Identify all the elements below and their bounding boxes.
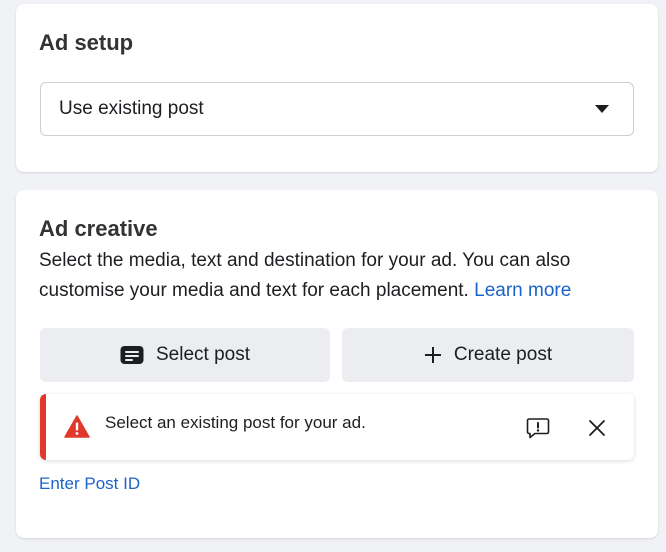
create-post-button[interactable]: Create post	[342, 328, 634, 382]
alert-accent-bar	[40, 394, 46, 460]
feedback-icon[interactable]	[526, 417, 550, 444]
ad-setup-dropdown[interactable]: Use existing post	[40, 82, 634, 136]
learn-more-link[interactable]: Learn more	[474, 280, 571, 301]
enter-post-id-link[interactable]: Enter Post ID	[39, 474, 140, 494]
create-post-label: Create post	[453, 344, 553, 365]
ad-creative-card: Ad creative Select the media, text and d…	[16, 190, 658, 538]
plus-icon	[424, 346, 442, 364]
ad-setup-dropdown-value: Use existing post	[59, 98, 204, 119]
alert-message: Select an existing post for your ad.	[105, 413, 366, 432]
close-icon[interactable]	[588, 419, 606, 442]
error-alert: Select an existing post for your ad.	[40, 394, 634, 460]
post-icon	[120, 345, 144, 365]
select-post-label: Select post	[156, 344, 250, 365]
ad-setup-title: Ad setup	[39, 30, 134, 55]
ad-creative-title: Ad creative	[39, 216, 158, 241]
ad-setup-card: Ad setup Use existing post	[16, 4, 658, 172]
select-post-button[interactable]: Select post	[40, 328, 330, 382]
caret-down-icon	[595, 105, 609, 113]
ad-creative-description: Select the media, text and destination f…	[39, 246, 639, 306]
warning-icon	[64, 415, 90, 443]
